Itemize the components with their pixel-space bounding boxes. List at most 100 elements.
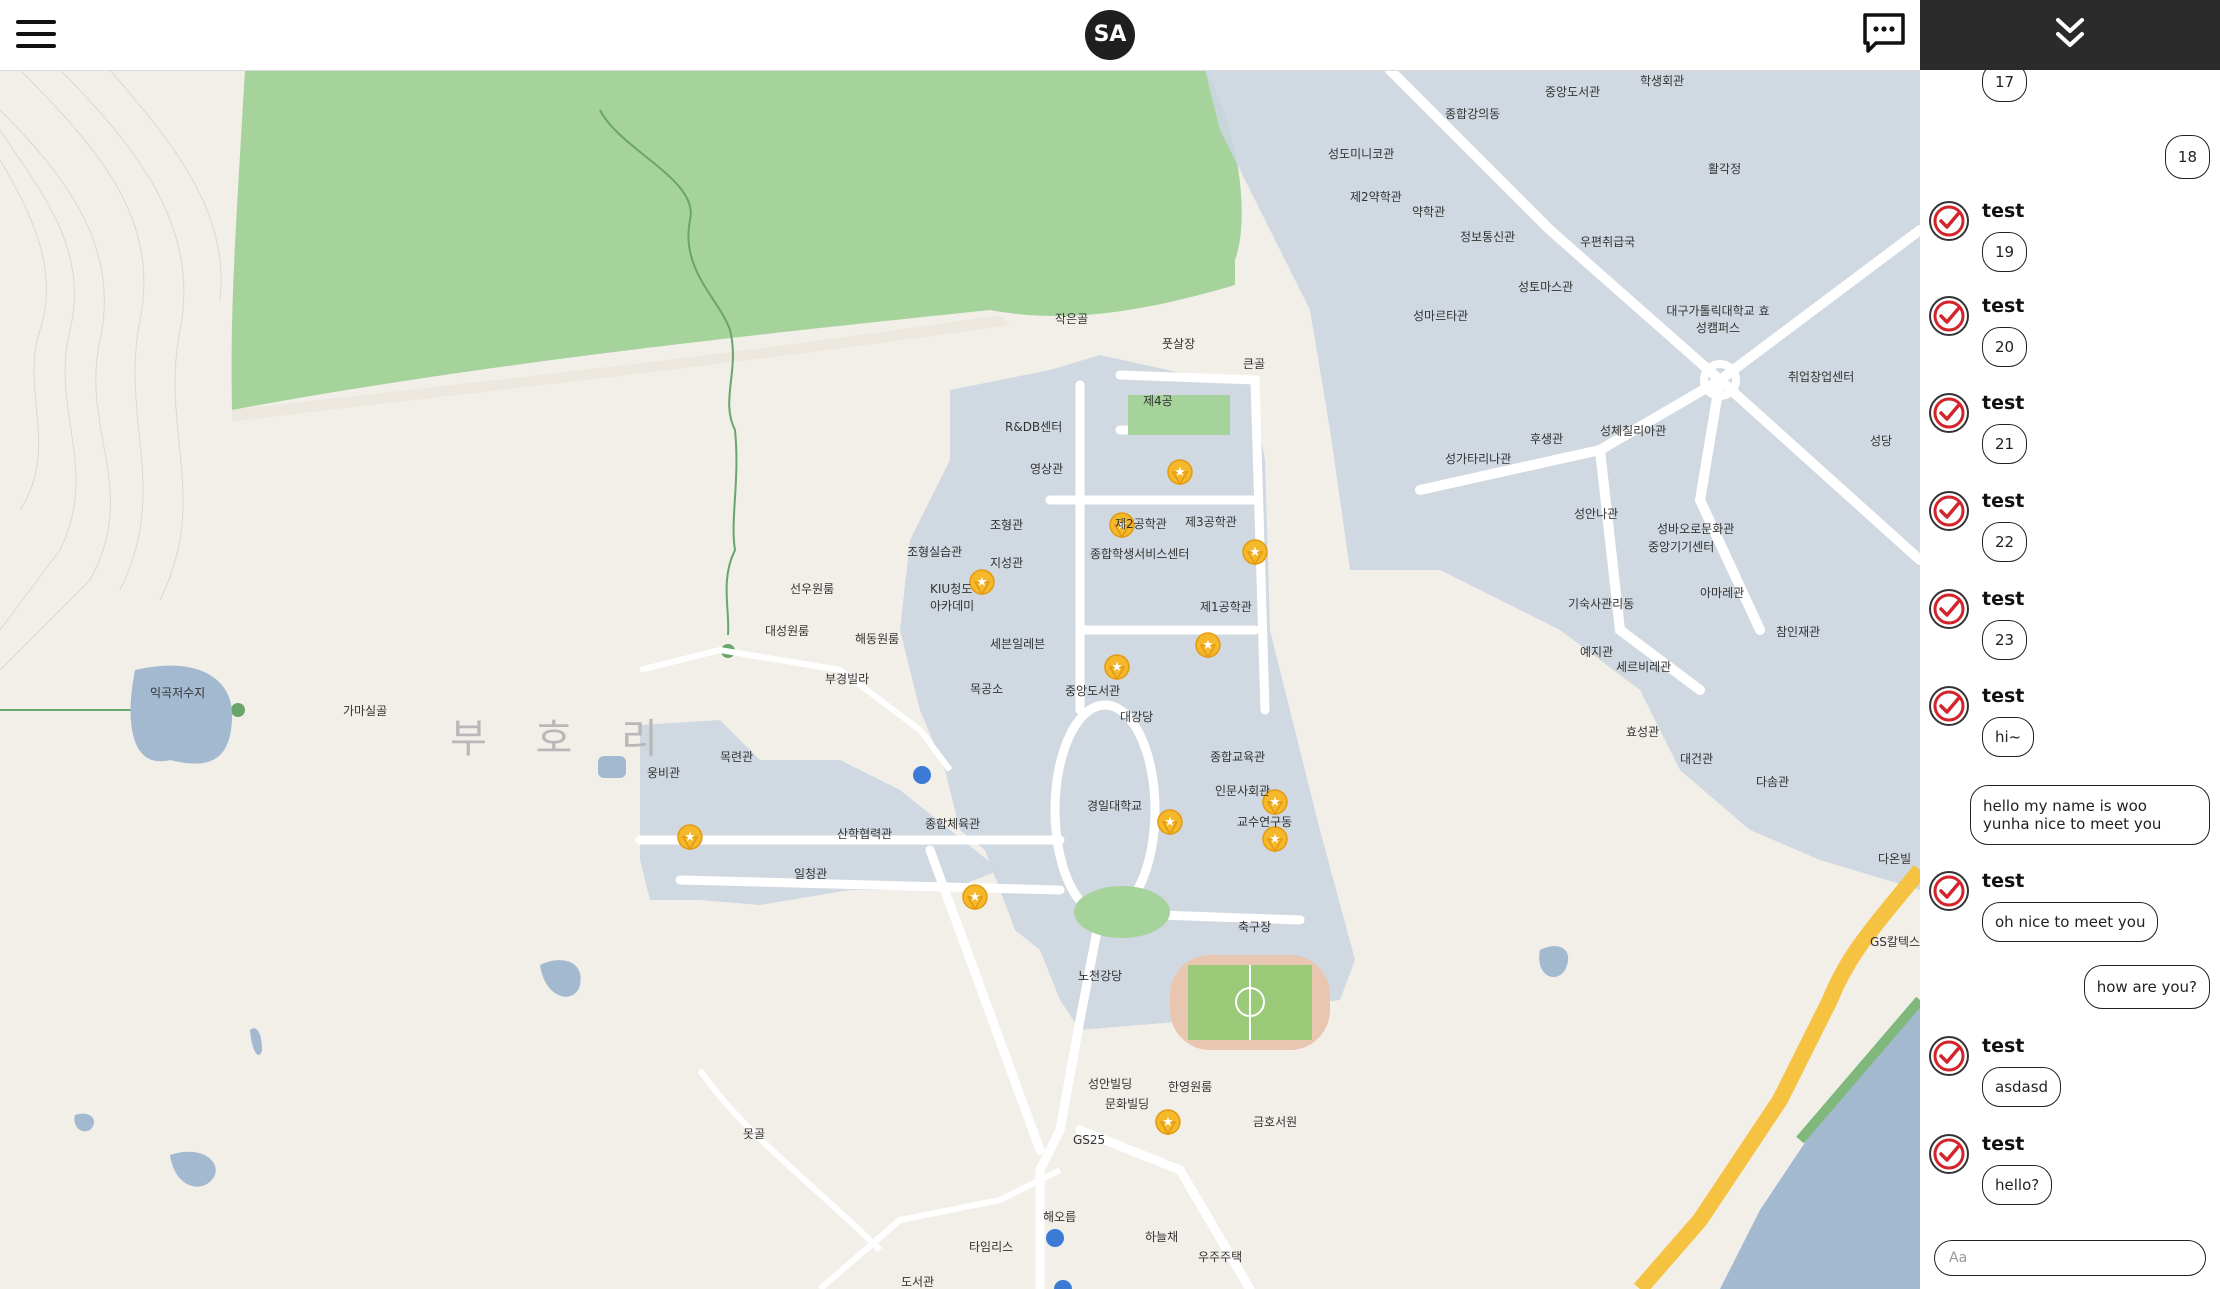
chat-message: test 23 (1920, 588, 2220, 678)
user-avatar-icon (1928, 490, 1970, 532)
user-avatar-icon (1928, 392, 1970, 434)
map-label: 성안빌딩 (1088, 1077, 1133, 1091)
map-label: 조형관 (990, 518, 1024, 532)
message-bubble: 19 (1982, 232, 2028, 272)
sender-name: test (1982, 870, 2025, 892)
map-label: 대성원룸 (765, 624, 810, 638)
sender-name: test (1982, 1035, 2025, 1057)
map-label: 성마르타관 (1413, 309, 1469, 323)
map-label: 아마레관 (1700, 586, 1745, 600)
svg-text:★: ★ (1111, 660, 1123, 675)
map-label: 세르비레관 (1616, 660, 1672, 674)
map-label: 해오름 (1043, 1210, 1077, 1224)
map-label: 종합강의동 (1445, 107, 1501, 121)
chat-message-input[interactable] (1934, 1240, 2206, 1276)
user-avatar-icon (1928, 295, 1970, 337)
double-chevron-down-icon[interactable] (2048, 14, 2092, 56)
map-label: 가마실골 (343, 704, 388, 718)
map-label: 성가타리나관 (1445, 452, 1512, 466)
map-label: 제2약학관 (1350, 190, 1402, 204)
map-label: 약학관 (1412, 205, 1446, 219)
map-label: GS25 (1073, 1133, 1106, 1147)
map-label: GS칼텍스 (1870, 935, 1920, 949)
chat-message: test asdasd (1920, 1035, 2220, 1125)
map-label: 학생회관 (1640, 74, 1685, 88)
map-label: 중앙도서관 (1065, 684, 1121, 698)
chat-message: test hi~ (1920, 685, 2220, 775)
user-avatar-icon (1928, 870, 1970, 912)
svg-text:★: ★ (1249, 545, 1261, 560)
map-label: 중앙도서관 (1545, 85, 1601, 99)
chat-bubble-icon[interactable] (1862, 12, 1906, 54)
user-avatar-icon (1928, 588, 1970, 630)
svg-text:★: ★ (1202, 638, 1214, 653)
area-label: 부 호 리 (450, 716, 676, 762)
top-bar: SA (0, 0, 1920, 71)
user-avatar-icon (1928, 1133, 1970, 1175)
message-bubble: asdasd (1982, 1067, 2062, 1107)
message-bubble: 20 (1982, 327, 2028, 367)
chat-message: test 22 (1920, 490, 2220, 580)
campus-map[interactable]: ★ ★ ★ ★ ★ ★ ★ ★ ★ ★ ★ ★ 부 호 리 작은골 풋살장 큰골 제4공 R&D… (0, 70, 1920, 1289)
map-label: 하늘채 (1145, 1230, 1179, 1244)
map-label: 중앙기기센터 (1648, 540, 1715, 554)
map-label: 종합학생서비스센터 (1090, 547, 1190, 561)
map-label: 익곡저수지 (150, 686, 206, 700)
chat-message: test hello? (1920, 1133, 2220, 1223)
map-label: 종합교육관 (1210, 750, 1266, 764)
sender-name: test (1982, 1133, 2025, 1155)
message-bubble: 23 (1982, 620, 2028, 660)
chat-message: test 21 (1920, 392, 2220, 482)
chat-panel: 17 18 test 19 test 20 test 21 test 22 test 23 test hi… (1920, 0, 2220, 1289)
map-label: 대강당 (1120, 710, 1154, 724)
map-label: 큰골 (1243, 357, 1266, 371)
map-label: R&DB센터 (1005, 420, 1063, 434)
chat-message: test 20 (1920, 295, 2220, 385)
map-label: 문화빌딩 (1105, 1097, 1150, 1111)
user-avatar-icon (1928, 1035, 1970, 1077)
user-avatar-icon (1928, 685, 1970, 727)
app-logo[interactable]: SA (1085, 10, 1135, 60)
map-label: 세븐일레븐 (990, 637, 1046, 651)
map-label: 다솜관 (1756, 775, 1790, 789)
map-label: 예지관 (1580, 645, 1614, 659)
map-label: 성당 (1870, 434, 1893, 448)
message-bubble: oh nice to meet you (1982, 902, 2159, 942)
map-label: 대구가톨릭대학교 효성캠퍼스 (1666, 304, 1770, 335)
svg-text:★: ★ (1269, 832, 1281, 847)
map-label: 취업창업센터 (1788, 370, 1855, 384)
map-label: 제1공학관 (1200, 600, 1252, 614)
chat-header (1920, 0, 2220, 70)
map-label: 성토마스관 (1518, 280, 1574, 294)
chat-message-list[interactable]: 17 18 test 19 test 20 test 21 test 22 test 23 test hi… (1920, 70, 2220, 1230)
svg-text:★: ★ (684, 830, 696, 845)
message-bubble: 21 (1982, 424, 2028, 464)
svg-text:★: ★ (1162, 1115, 1174, 1130)
map-label: 정보통신관 (1460, 230, 1516, 244)
map-label: 일청관 (794, 867, 828, 881)
map-label: 활각정 (1708, 162, 1742, 176)
map-canvas[interactable]: ★★★ ★★★ ★★★ ★★★ (0, 70, 1920, 1289)
message-bubble: 22 (1982, 522, 2028, 562)
chat-message: hello my name is woo yunha nice to meet … (1920, 785, 2220, 875)
map-label: 도서관 (901, 1275, 935, 1289)
hamburger-menu-icon[interactable] (16, 18, 56, 50)
map-label: 목련관 (720, 750, 754, 764)
map-label: 해동원룸 (855, 632, 900, 646)
map-label: 금호서원 (1253, 1115, 1298, 1129)
map-label: 성도미니코관 (1328, 147, 1395, 161)
map-label: 조형실습관 (907, 545, 963, 559)
map-label: 선우원룸 (790, 582, 835, 596)
map-label: 다온빌 (1878, 852, 1912, 866)
message-bubble: 18 (2164, 135, 2210, 179)
svg-text:★: ★ (1164, 815, 1176, 830)
map-label: 우편취급국 (1580, 235, 1636, 249)
message-bubble: hello my name is woo yunha nice to meet … (1970, 785, 2210, 845)
map-label: 참인재관 (1776, 625, 1821, 639)
map-label: 못골 (743, 1127, 766, 1141)
map-label: 기숙사관리동 (1568, 597, 1635, 611)
map-label: 인문사회관 (1215, 784, 1271, 798)
chat-message: test oh nice to meet you (1920, 870, 2220, 960)
map-label: 목공소 (970, 682, 1004, 696)
map-label: 풋살장 (1162, 337, 1196, 351)
